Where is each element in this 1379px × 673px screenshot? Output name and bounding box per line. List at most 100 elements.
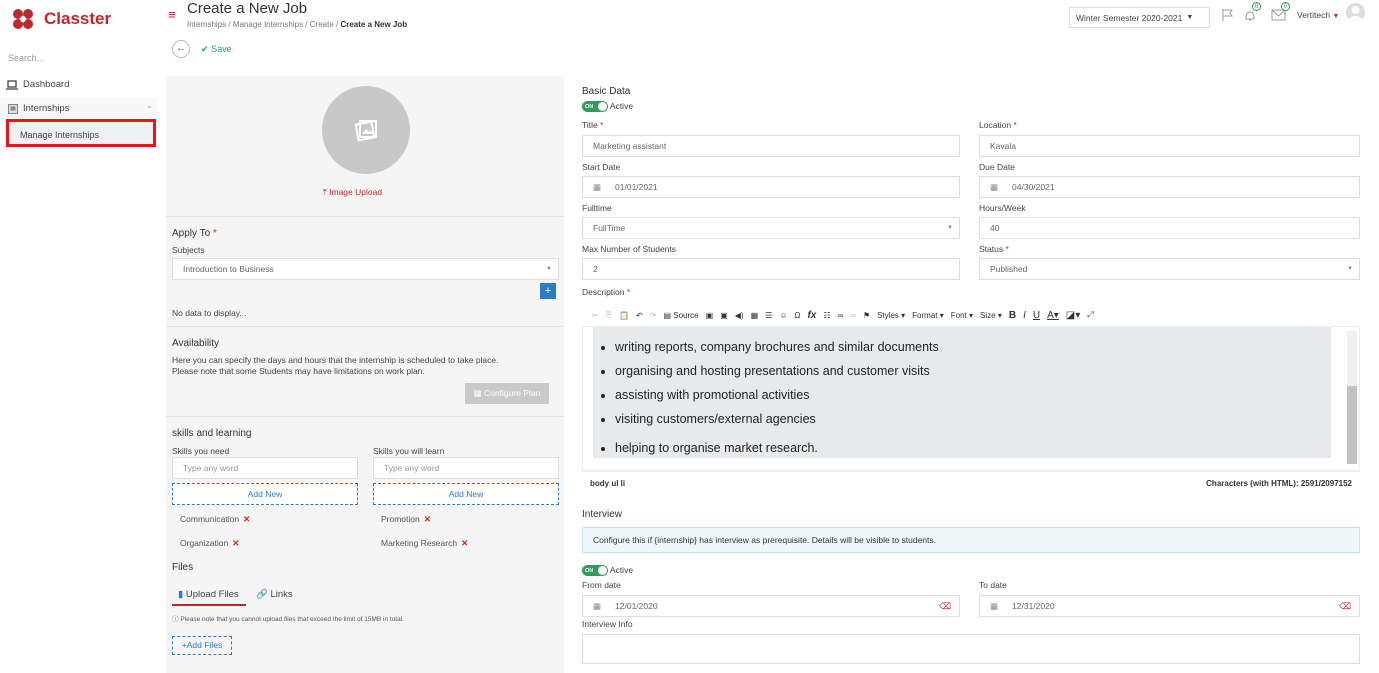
interview-heading: Interview	[582, 509, 623, 520]
omega-icon[interactable]: Ω	[794, 311, 800, 320]
breadcrumb-item[interactable]: Internships	[187, 20, 226, 29]
maximize-icon[interactable]: ⤢	[1087, 310, 1093, 320]
remove-icon[interactable]: ✕	[232, 538, 239, 548]
remove-icon[interactable]: ✕	[424, 514, 431, 524]
image-placeholder[interactable]	[322, 86, 410, 174]
sidebar-search-input[interactable]: Search...	[8, 53, 44, 63]
sidebar-item-dashboard[interactable]: Dashboard	[6, 79, 69, 90]
undo-icon[interactable]: ↶	[636, 311, 643, 320]
image-icon[interactable]: ▣	[706, 311, 714, 320]
configure-plan-button[interactable]: ▦ Configure Plan	[465, 383, 549, 404]
avatar[interactable]	[1346, 3, 1365, 22]
save-button[interactable]: ✔ Save	[201, 44, 232, 55]
status-select[interactable]: Published ▼	[979, 258, 1360, 280]
cut-icon[interactable]: ✂	[592, 311, 599, 320]
to-date-input[interactable]: ▦ 12/31/2020 ⌫	[979, 595, 1360, 617]
hamburger-menu-icon[interactable]: ≡	[168, 7, 176, 22]
location-input[interactable]: Kavala	[979, 135, 1360, 157]
calendar-icon[interactable]: ▦	[990, 601, 998, 612]
mail-badge: 0	[1281, 2, 1290, 11]
due-date-input[interactable]: ▦ 04/30/2021	[979, 176, 1360, 198]
description-label: Description *	[582, 287, 631, 297]
link-icon[interactable]: ∞	[838, 311, 844, 320]
brand-logo[interactable]: Classter	[12, 8, 111, 30]
format-dropdown[interactable]: Format ▾	[912, 311, 944, 320]
tab-upload-files[interactable]: ▮ Upload Files	[178, 589, 239, 600]
gallery-icon[interactable]: ▣	[720, 311, 728, 320]
title-input[interactable]: Marketing assistant	[582, 135, 960, 157]
table-icon[interactable]: ▦	[751, 311, 759, 320]
interview-active-toggle[interactable]: ON Active	[582, 565, 633, 577]
description-editor[interactable]: writing reports, company brochures and s…	[582, 326, 1360, 471]
location-label: Location *	[979, 120, 1017, 130]
redo-icon[interactable]: ↷	[650, 311, 657, 320]
user-menu[interactable]: Vertitech ▼	[1297, 10, 1339, 20]
basic-data-heading: Basic Data	[582, 86, 631, 97]
semester-select[interactable]: Winter Semester 2020-2021 ▼	[1069, 7, 1210, 28]
anchor-flag-icon[interactable]: ⚑	[863, 311, 870, 320]
interview-info-input[interactable]	[582, 634, 1360, 664]
remove-icon[interactable]: ✕	[243, 514, 250, 524]
add-skill-need-button[interactable]: Add New	[172, 483, 358, 505]
underline-icon[interactable]: U	[1033, 310, 1040, 321]
skills-need-input[interactable]: Type any word	[172, 457, 358, 479]
background-color-icon[interactable]: ◪▾	[1066, 310, 1080, 321]
skill-chip: Marketing Research ✕	[381, 538, 469, 548]
smiley-icon[interactable]: ☺	[779, 311, 787, 320]
image-upload-label: Image Upload	[329, 187, 383, 197]
active-label: Active	[609, 101, 634, 111]
add-files-label: Add Files	[186, 640, 223, 650]
editor-content[interactable]: writing reports, company brochures and s…	[593, 327, 1331, 458]
fulltime-select[interactable]: FullTime ▼	[582, 217, 960, 239]
back-button[interactable]: ←	[172, 40, 190, 58]
paste-icon[interactable]: 📋	[619, 311, 629, 320]
italic-icon[interactable]: I	[1023, 310, 1026, 321]
text-color-icon[interactable]: A▾	[1047, 310, 1059, 321]
add-skill-learn-button[interactable]: Add New	[373, 483, 559, 505]
calendar-icon[interactable]: ▦	[990, 182, 998, 193]
max-students-input[interactable]: 2	[582, 258, 960, 280]
clear-icon[interactable]: ⌫	[1339, 601, 1351, 612]
link-icon: 🔗	[256, 589, 268, 600]
bold-icon[interactable]: B	[1009, 310, 1016, 321]
formula-icon[interactable]: fx	[807, 310, 816, 321]
audio-icon[interactable]: ◀)	[735, 311, 744, 320]
breadcrumb-item[interactable]: Manage Internships	[233, 20, 303, 29]
calendar-icon[interactable]: ▦	[593, 182, 601, 193]
subjects-label: Subjects	[172, 245, 205, 255]
tab-links[interactable]: 🔗 Links	[256, 589, 293, 600]
remove-icon[interactable]: ✕	[461, 538, 468, 548]
scrollbar-thumb[interactable]	[1347, 386, 1357, 464]
caret-down-icon: ▼	[947, 225, 953, 231]
sidebar-item-manage-internships[interactable]: Manage Internships	[6, 119, 156, 147]
flag-icon[interactable]	[1221, 8, 1234, 22]
image-upload-button[interactable]: ⤒ Image Upload	[323, 187, 382, 198]
add-subject-button[interactable]: +	[540, 283, 556, 299]
start-date-input[interactable]: ▦ 01/01/2021	[582, 176, 960, 198]
unlink-icon[interactable]: ∞	[850, 311, 856, 320]
font-dropdown[interactable]: Font ▾	[951, 311, 973, 320]
skills-learn-input[interactable]: Type any word	[373, 457, 559, 479]
interview-info-box: Configure this if {internship} has inter…	[582, 527, 1360, 553]
add-files-button[interactable]: +Add Files	[172, 636, 232, 655]
breadcrumb-item[interactable]: Create	[310, 20, 334, 29]
element-path[interactable]: body ul li	[590, 479, 625, 488]
calendar-icon[interactable]: ▦	[593, 601, 601, 612]
notification-badge: 0	[1252, 2, 1261, 11]
editor-scrollbar[interactable]	[1347, 331, 1357, 464]
toggle-switch: ON	[582, 101, 608, 113]
sidebar-item-internships[interactable]: Internships	[8, 103, 69, 114]
active-toggle[interactable]: ON Active	[582, 101, 634, 113]
hours-week-input[interactable]: 40	[979, 217, 1360, 239]
styles-dropdown[interactable]: Styles ▾	[877, 311, 905, 320]
chevron-down-icon[interactable]: ⌄	[146, 101, 153, 110]
list-icon[interactable]: ☷	[823, 311, 830, 320]
size-dropdown[interactable]: Size ▾	[980, 311, 1002, 320]
source-button[interactable]: ▤ Source	[663, 311, 698, 320]
copy-icon[interactable]: ⎘	[606, 310, 612, 320]
from-date-input[interactable]: ▦ 12/01/2020 ⌫	[582, 595, 960, 617]
semester-value: Winter Semester 2020-2021	[1076, 12, 1183, 23]
horizontal-rule-icon[interactable]: ☰	[765, 311, 772, 320]
clear-icon[interactable]: ⌫	[939, 601, 951, 612]
subjects-select[interactable]: Introduction to Business ▼	[172, 258, 559, 280]
